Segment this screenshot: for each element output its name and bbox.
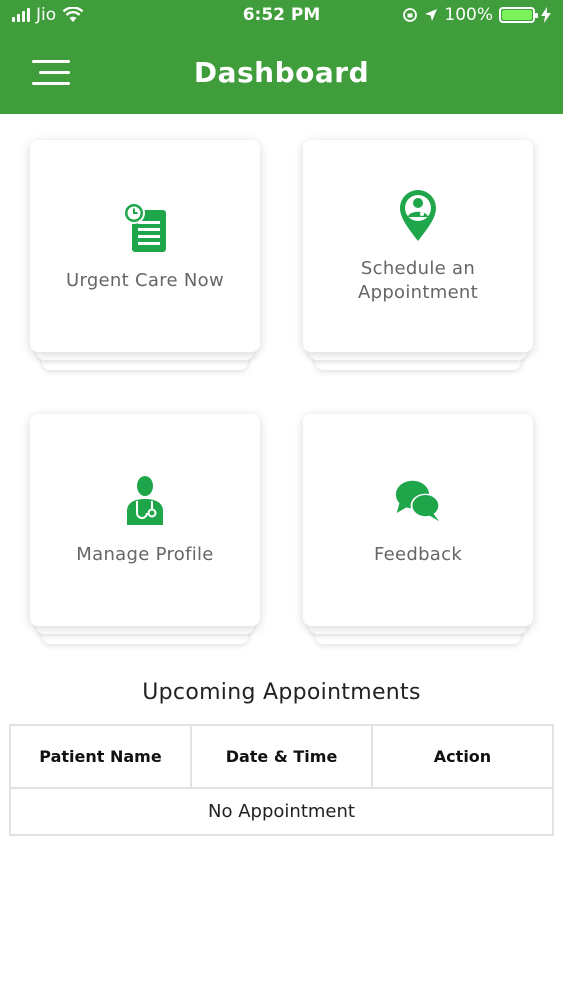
status-right: 100%	[402, 5, 551, 25]
appointments-table: Patient Name Date & Time Action No Appoi…	[9, 724, 554, 836]
manage-profile-button[interactable]: Manage Profile	[30, 414, 260, 626]
status-bar: Jio 6:52 PM 100%	[0, 0, 563, 32]
table-row: No Appointment	[9, 787, 554, 836]
column-header-action: Action	[371, 724, 554, 789]
page-title: Dashboard	[193, 56, 370, 89]
card-label: Urgent Care Now	[65, 270, 225, 291]
card-feedback: Feedback	[303, 414, 533, 644]
card-urgent-care: Urgent Care Now	[30, 140, 260, 370]
card-label: Schedule an Appointment	[357, 258, 479, 303]
card-schedule-appointment: Schedule an Appointment	[303, 140, 533, 370]
schedule-appointment-button[interactable]: Schedule an Appointment	[303, 140, 533, 352]
upcoming-appointments-title: Upcoming Appointments	[142, 680, 421, 705]
card-label: Feedback	[373, 544, 463, 565]
column-header-patient-name: Patient Name	[9, 724, 192, 789]
urgent-care-button[interactable]: Urgent Care Now	[30, 140, 260, 352]
feedback-button[interactable]: Feedback	[303, 414, 533, 626]
battery-icon	[499, 7, 538, 23]
card-label: Manage Profile	[76, 544, 214, 565]
chat-bubbles-icon	[394, 473, 442, 529]
location-arrow-icon	[425, 9, 438, 21]
no-appointment-message: No Appointment	[9, 787, 554, 836]
doctor-profile-icon	[121, 473, 169, 529]
table-header-row: Patient Name Date & Time Action	[9, 724, 554, 789]
card-manage-profile: Manage Profile	[30, 414, 260, 644]
column-header-date-time: Date & Time	[190, 724, 373, 789]
doctor-location-pin-icon	[394, 187, 442, 243]
app-header: Jio 6:52 PM 100% Dashboard	[0, 0, 563, 114]
orientation-lock-icon	[403, 8, 418, 22]
battery-percent: 100%	[444, 5, 493, 25]
charging-bolt-icon	[541, 7, 551, 23]
clipboard-clock-icon	[121, 199, 169, 255]
